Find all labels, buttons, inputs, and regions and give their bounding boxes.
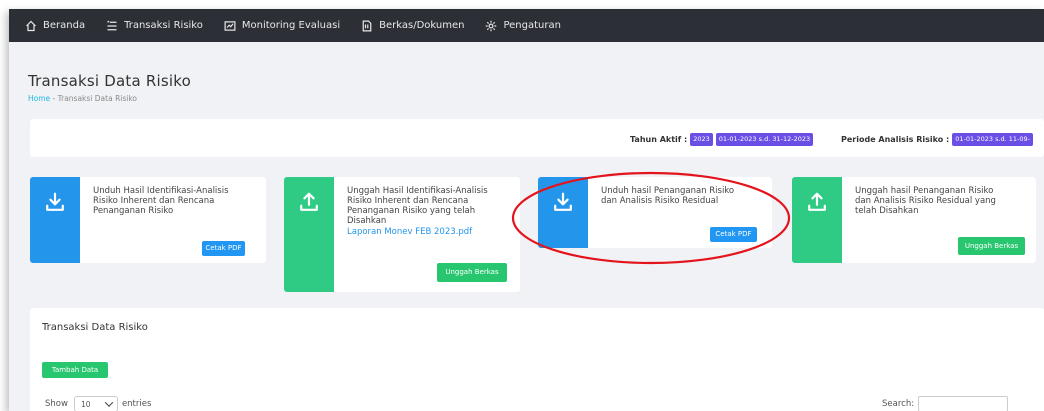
card-unduh-inherent: Unduh Hasil Identifikasi-Analisis Risiko…: [30, 177, 266, 263]
card-text-line: Penanganan Risiko: [93, 206, 174, 216]
nav-label: Transaksi Risiko: [124, 20, 203, 31]
card-icon-panel: [30, 177, 80, 263]
card-text-line: Unggah Hasil Identifikasi-Analisis: [347, 186, 488, 196]
nav-label: Pengaturan: [503, 20, 561, 31]
nav-label: Beranda: [43, 20, 86, 31]
gear-icon: [486, 20, 497, 31]
card-icon-panel: [792, 177, 842, 263]
transaksi-data-panel: Transaksi Data Risiko Tambah Data Show 1…: [30, 308, 1044, 411]
search-label: Search:: [882, 399, 915, 409]
page-title: Transaksi Data Risiko: [28, 72, 191, 90]
download-icon: [46, 192, 64, 211]
card-description: Unggah Hasil Identifikasi-Analisis Risik…: [347, 186, 488, 226]
uploaded-file-link[interactable]: Laporan Monev FEB 2023.pdf: [347, 227, 472, 237]
download-icon: [554, 192, 572, 211]
card-description: Unggah hasil Penanganan Risiko dan Anali…: [855, 186, 996, 216]
cetak-pdf-button[interactable]: Cetak PDF: [202, 241, 245, 256]
breadcrumb-current: Transaksi Data Risiko: [57, 94, 138, 103]
card-text-line: Disahkan: [347, 216, 387, 226]
periode-analisis-badge: 01-01-2023 s.d. 11-09-: [952, 133, 1034, 146]
unggah-berkas-button[interactable]: Unggah Berkas: [958, 237, 1025, 255]
nav-item-beranda[interactable]: Beranda: [25, 20, 85, 32]
table-search: Search:: [882, 396, 1009, 411]
nav-item-transaksi-risiko[interactable]: Transaksi Risiko: [106, 20, 203, 32]
tahun-range-badge: 01-01-2023 s.d. 31-12-2023: [715, 133, 814, 146]
breadcrumb: Home - Transaksi Data Risiko: [28, 94, 137, 103]
show-label: Show: [45, 399, 68, 409]
breadcrumb-separator: -: [50, 94, 58, 103]
card-description: Unduh Hasil Identifikasi-Analisis Risiko…: [93, 186, 229, 216]
nav-item-monitoring-evaluasi[interactable]: Monitoring Evaluasi: [224, 20, 340, 32]
tambah-data-button[interactable]: Tambah Data: [42, 362, 108, 378]
card-icon-panel: [284, 177, 334, 292]
card-description: Unduh hasil Penanganan Risiko dan Analis…: [601, 186, 734, 206]
card-text-line: Unduh hasil Penanganan Risiko: [601, 186, 735, 196]
nav-label: Berkas/Dokumen: [379, 20, 465, 31]
nav-label: Monitoring Evaluasi: [241, 20, 341, 31]
periode-analisis-label: Periode Analisis Risiko :: [841, 135, 950, 144]
card-icon-panel: [538, 177, 588, 248]
card-text-line: telah Disahkan: [855, 206, 919, 216]
card-text-line: dan Analisis Risiko Residual yang: [855, 196, 996, 206]
card-text-line: Risiko Inherent dan Rencana: [347, 196, 469, 206]
card-text-line: Unggah hasil Penanganan Risiko: [855, 186, 994, 196]
search-input[interactable]: [918, 396, 1009, 411]
entries-select[interactable]: 10: [73, 396, 118, 411]
cetak-pdf-button[interactable]: Cetak PDF: [710, 227, 757, 242]
top-navbar: Beranda Transaksi Risiko Monitoring Eval…: [9, 9, 1044, 42]
active-period-bar: Tahun Aktif : 2023 01-01-2023 s.d. 31-12…: [30, 119, 1044, 157]
card-unduh-residual: Unduh hasil Penanganan Risiko dan Analis…: [538, 177, 772, 248]
list-icon: [107, 20, 117, 30]
breadcrumb-home-link[interactable]: Home: [28, 94, 50, 103]
upload-icon: [300, 192, 318, 211]
chart-icon: [224, 20, 236, 31]
card-text-line: Risiko Inherent dan Rencana: [93, 196, 215, 206]
home-icon: [26, 20, 36, 31]
nav-item-pengaturan[interactable]: Pengaturan: [485, 20, 561, 32]
nav-item-berkas-dokumen[interactable]: Berkas/Dokumen: [361, 20, 464, 32]
entries-label: entries: [121, 399, 152, 409]
card-text-line: Penanganan Risiko yang telah: [347, 206, 476, 216]
upload-icon: [808, 192, 826, 211]
card-unggah-inherent: Unggah Hasil Identifikasi-Analisis Risik…: [284, 177, 520, 292]
card-text-line: dan Analisis Risiko Residual: [601, 196, 719, 206]
unggah-berkas-button[interactable]: Unggah Berkas: [437, 263, 507, 282]
card-unggah-residual: Unggah hasil Penanganan Risiko dan Anali…: [792, 177, 1036, 263]
tahun-aktif-badge: 2023: [690, 133, 713, 146]
entries-length-control: Show 10 entries: [45, 396, 151, 411]
document-icon: [362, 20, 372, 31]
panel-title: Transaksi Data Risiko: [42, 322, 148, 333]
chevron-down-icon: [104, 398, 114, 407]
card-text-line: Unduh Hasil Identifikasi-Analisis: [93, 186, 229, 196]
tahun-aktif-label: Tahun Aktif :: [630, 135, 688, 144]
periode-analisis-group: Periode Analisis Risiko : 01-01-2023 s.d…: [841, 133, 1034, 146]
app-window: Beranda Transaksi Risiko Monitoring Eval…: [9, 9, 1044, 411]
entries-select-value: 10: [80, 399, 91, 409]
tahun-aktif-group: Tahun Aktif : 2023 01-01-2023 s.d. 31-12…: [630, 133, 814, 146]
